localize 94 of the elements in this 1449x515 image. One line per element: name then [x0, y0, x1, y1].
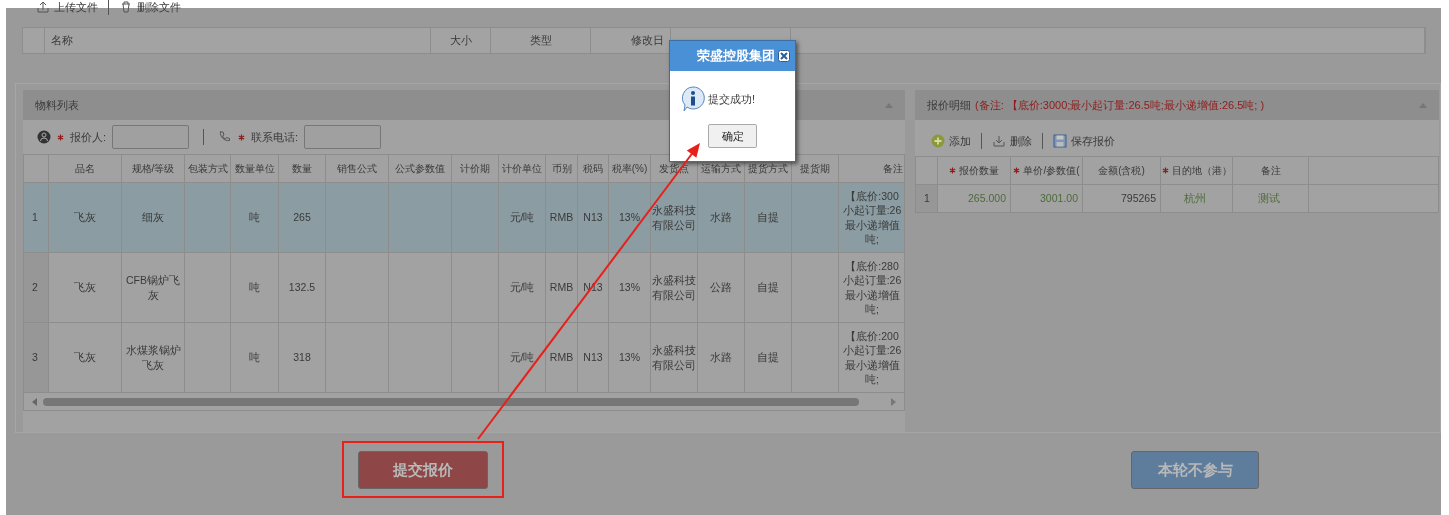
field-label: 联系电话:	[251, 129, 299, 145]
table-cell: N13	[577, 182, 609, 253]
table-cell[interactable]: 265.000	[937, 184, 1011, 213]
table-cell: 自提	[744, 322, 792, 393]
upload-icon	[36, 0, 50, 14]
action-button[interactable]: 提交报价	[358, 451, 488, 489]
dialog-title: 荣盛控股集团	[697, 47, 775, 66]
table-cell: RMB	[545, 322, 578, 393]
row-number: 2	[23, 252, 49, 323]
scrollbar-thumb[interactable]	[43, 397, 859, 406]
table-cell: 元/吨	[498, 182, 546, 253]
column-header: 币别	[545, 154, 578, 183]
plus-icon	[931, 134, 945, 148]
table-cell: 公路	[697, 252, 745, 323]
table-cell: 318	[278, 322, 326, 393]
table-cell: 元/吨	[498, 252, 546, 323]
row-number: 3	[23, 322, 49, 393]
price-note: (备注: 【底价:3000;最小起订量:26.5吨;最小递增值:26.5吨; )	[975, 97, 1265, 113]
table-cell: 水路	[697, 182, 745, 253]
table-cell: 【底价:280 小起订量:26 最小递增值 吨;	[838, 252, 905, 323]
row-number: 1	[23, 182, 49, 253]
column-header: 名称	[45, 28, 431, 53]
table-cell: 吨	[230, 252, 279, 323]
info-icon	[680, 86, 706, 112]
table-cell: 13%	[608, 252, 651, 323]
table-cell: 飞灰	[48, 322, 122, 393]
horizontal-scrollbar[interactable]	[23, 393, 905, 411]
table-cell: 永盛科技有限公司	[650, 252, 698, 323]
close-icon[interactable]	[778, 50, 790, 62]
table-cell: 永盛科技有限公司	[650, 322, 698, 393]
table-cell[interactable]: 3001.00	[1010, 184, 1083, 213]
column-header: 计价期	[451, 154, 499, 183]
table-cell: 13%	[608, 322, 651, 393]
scroll-left-icon[interactable]	[32, 397, 37, 406]
toolbar-button[interactable]: 删除	[992, 132, 1032, 150]
column-header: 数量	[278, 154, 326, 183]
table-cell: 【底价:200 小起订量:26 最小递增值 吨;	[838, 322, 905, 393]
table-cell: 元/吨	[498, 322, 546, 393]
panel-title: 物料列表	[35, 97, 79, 113]
user-icon	[37, 130, 51, 144]
row-number: 1	[915, 184, 938, 213]
table-cell: 265	[278, 182, 326, 253]
table-cell: 飞灰	[48, 252, 122, 323]
toolbar-button[interactable]: 删除文件	[119, 0, 181, 16]
column-header: 规格/等级	[121, 154, 185, 183]
table-cell: 【底价:300 小起订量:26 最小递增值 吨;	[838, 182, 905, 253]
toolbar-button[interactable]: 添加	[931, 132, 971, 150]
table-cell: 吨	[230, 182, 279, 253]
column-header: 单价/参数值(	[1023, 164, 1080, 176]
table-cell: 水路	[697, 322, 745, 393]
column-header: 备注	[1260, 164, 1281, 176]
scroll-right-icon[interactable]	[891, 397, 896, 406]
dialog-message: 提交成功!	[708, 91, 756, 107]
table-cell: RMB	[545, 182, 578, 253]
confirm-button[interactable]: 确定	[708, 124, 757, 148]
column-header: 类型	[491, 28, 591, 53]
column-header: 税码	[577, 154, 609, 183]
table-cell: 自提	[744, 252, 792, 323]
column-header: 公式参数值	[388, 154, 452, 183]
table-cell[interactable]: 测试	[1232, 184, 1309, 213]
table-row[interactable]: 3 飞灰 水煤浆锅炉飞灰 吨 318 元/吨 RMB N13 13% 永盛科技有限公司 水路 自提 【底价:200 小起订量:26 最小递增值 吨;	[23, 322, 905, 393]
download-tray-icon	[992, 134, 1006, 148]
table-cell: 永盛科技有限公司	[650, 182, 698, 253]
table-cell: RMB	[545, 252, 578, 323]
column-header: 数量单位	[230, 154, 279, 183]
column-header: 包装方式	[184, 154, 231, 183]
toolbar-button[interactable]: 上传文件	[36, 0, 98, 16]
table-cell: CFB锅炉飞灰	[121, 252, 185, 323]
column-header: 报价数量	[959, 164, 999, 176]
input-field[interactable]	[304, 125, 382, 149]
phone-icon	[218, 130, 233, 144]
table-cell: N13	[577, 322, 609, 393]
field-label: 报价人:	[70, 129, 107, 145]
table-cell: 795265	[1082, 184, 1161, 213]
table-cell: 水煤浆锅炉飞灰	[121, 322, 185, 393]
input-field[interactable]	[112, 125, 190, 149]
column-header: 品名	[48, 154, 122, 183]
table-cell: 132.5	[278, 252, 326, 323]
trash-icon	[119, 0, 133, 14]
column-header: 税率(%)	[608, 154, 651, 183]
table-cell: 细灰	[121, 182, 185, 253]
table-cell: 飞灰	[48, 182, 122, 253]
toolbar-button[interactable]: 保存报价	[1053, 132, 1115, 150]
panel-title: 报价明细	[927, 97, 971, 113]
table-cell[interactable]: 杭州	[1160, 184, 1233, 213]
column-header: 备注	[838, 154, 905, 183]
table-cell: 吨	[230, 322, 279, 393]
column-header: 销售公式	[325, 154, 389, 183]
column-header: 大小	[431, 28, 491, 53]
table-cell: 自提	[744, 182, 792, 253]
column-header: 目的地（港）	[1172, 164, 1232, 176]
column-header: 金额(含税)	[1098, 164, 1145, 176]
column-header: 计价单位	[498, 154, 546, 183]
table-row[interactable]: 1 飞灰 细灰 吨 265 元/吨 RMB N13 13% 永盛科技有限公司 水路 自提 【底价:300 小起订量:26 最小递增值 吨;	[23, 182, 905, 253]
